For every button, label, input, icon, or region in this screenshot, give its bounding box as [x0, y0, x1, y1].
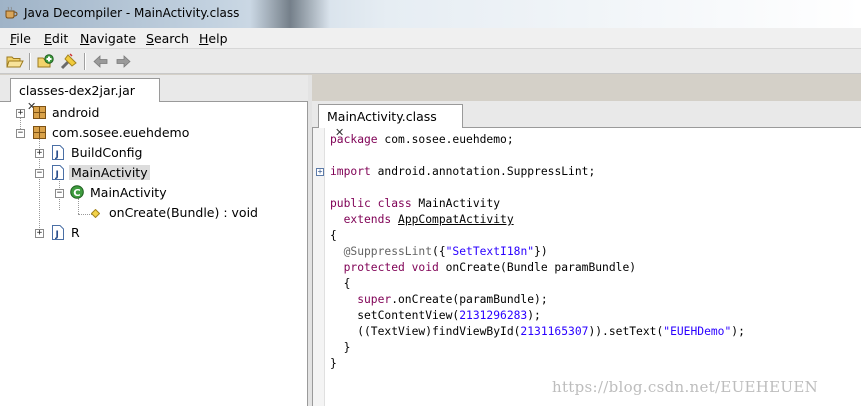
code-line-super: super.onCreate(paramBundle); [357, 293, 548, 306]
tree-item-android[interactable]: + android [0, 103, 306, 123]
svg-text:J: J [55, 230, 59, 240]
tab-label: MainActivity.class [327, 109, 437, 124]
package-icon [33, 126, 46, 139]
code-line-class-close: } [330, 357, 337, 370]
expand-icon[interactable]: + [16, 109, 25, 118]
java-file-icon: J [52, 145, 64, 160]
menu-navigate[interactable]: Navigate [80, 31, 136, 46]
super-class-link[interactable]: AppCompatActivity [398, 213, 514, 226]
tree-item-com-sosee-euehdemo[interactable]: − com.sosee.euehdemo [0, 123, 306, 143]
tab-mainactivity-class[interactable]: MainActivity.class ✕ [318, 104, 463, 139]
open-file-icon[interactable] [6, 53, 24, 70]
class-icon: C [70, 185, 84, 199]
tree-item-label: BuildConfig [71, 145, 143, 160]
code-line-method: protected void onCreate(Bundle paramBund… [343, 261, 637, 274]
code-line-method-close: } [343, 341, 351, 354]
menu-file[interactable]: File [10, 31, 31, 46]
menu-edit[interactable]: Edit [44, 31, 68, 46]
code-line-method-open: { [343, 277, 351, 290]
title-bar-shade [250, 0, 330, 28]
toolbar [0, 49, 861, 74]
title-bar: Java Decompiler - MainActivity.class [0, 0, 861, 28]
tree-item-label: com.sosee.euehdemo [52, 125, 190, 140]
window-title: Java Decompiler - MainActivity.class [24, 6, 240, 20]
method-icon [91, 209, 100, 218]
tree-item-mainactivity-class[interactable]: − C MainActivity [0, 183, 306, 203]
code-line-class: public class MainActivity [330, 197, 501, 210]
tab-label: classes-dex2jar.jar [19, 83, 135, 98]
menu-search[interactable]: Search [146, 31, 189, 46]
expand-icon[interactable]: + [35, 149, 44, 158]
code-line-package: package com.sosee.euehdemo; [330, 133, 514, 146]
java-file-icon: J [52, 225, 64, 240]
tree-item-r[interactable]: + J R [0, 223, 306, 243]
left-tab-strip: classes-dex2jar.jar ✕ [0, 75, 308, 113]
forward-arrow-icon[interactable] [114, 53, 132, 70]
collapse-icon[interactable]: − [35, 169, 44, 178]
tree-item-label: MainActivity [69, 165, 150, 180]
code-line-settext: ((TextView)findViewById(2131165307)).set… [357, 325, 745, 338]
expand-icon[interactable]: + [35, 229, 44, 238]
expand-icon[interactable]: + [316, 168, 324, 176]
tab-classes-jar[interactable]: classes-dex2jar.jar ✕ [10, 78, 160, 113]
svg-text:J: J [55, 150, 59, 160]
open-type-icon[interactable] [37, 53, 55, 70]
collapse-icon[interactable]: − [16, 129, 25, 138]
java-file-icon: J [52, 165, 64, 180]
code-line-setcontent: setContentView(2131296283); [357, 309, 541, 322]
collapse-icon[interactable]: − [55, 189, 64, 198]
code-line-annotation: @SuppressLint({"SetTextI18n"}) [343, 245, 548, 258]
code-line-import: import android.annotation.SuppressLint; [330, 165, 596, 178]
package-icon [33, 106, 46, 119]
code-line-extends: extends AppCompatActivity [343, 213, 514, 226]
tree-item-mainactivity-file[interactable]: − J MainActivity [0, 163, 306, 183]
watermark: https://blog.csdn.net/EUEHEUEN [552, 378, 819, 396]
code-line-class-open: { [330, 229, 337, 242]
editor-tab-strip: MainActivity.class ✕ [312, 101, 861, 139]
tree-item-label: MainActivity [90, 185, 167, 200]
toolbar-separator [29, 53, 31, 70]
svg-text:J: J [55, 170, 59, 180]
tree-item-label: R [71, 225, 80, 240]
package-explorer: classes-dex2jar.jar ✕ + android − com.so… [0, 75, 308, 406]
tree-item-label: onCreate(Bundle) : void [109, 205, 258, 220]
search-icon[interactable] [60, 53, 78, 70]
tree-item-label: android [52, 105, 100, 120]
back-arrow-icon[interactable] [92, 53, 110, 70]
menu-bar: File Edit Navigate Search Help [0, 28, 861, 49]
tree-item-buildconfig[interactable]: + J BuildConfig [0, 143, 306, 163]
tree-item-oncreate-method[interactable]: onCreate(Bundle) : void [0, 203, 306, 223]
svg-text:C: C [73, 188, 80, 199]
coffee-cup-icon [5, 6, 18, 19]
toolbar-separator [84, 53, 86, 70]
menu-help[interactable]: Help [199, 31, 228, 46]
